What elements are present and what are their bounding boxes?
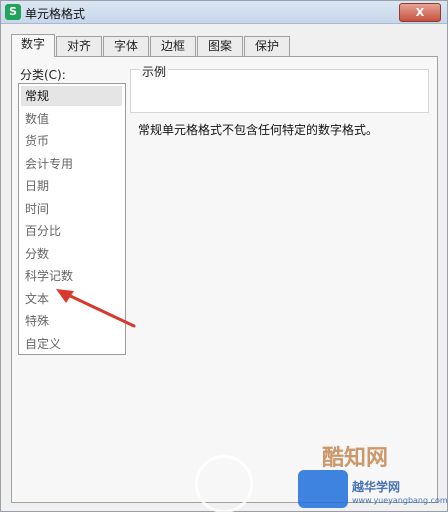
tab-font[interactable]: 字体 (103, 36, 149, 56)
category-item-number[interactable]: 数值 (21, 109, 122, 129)
category-label: 分类(C): (20, 68, 66, 82)
category-item-fraction[interactable]: 分数 (21, 244, 122, 264)
tab-protection[interactable]: 保护 (244, 36, 290, 56)
format-description: 常规单元格格式不包含任何特定的数字格式。 (138, 123, 379, 137)
tab-number[interactable]: 数字 (11, 34, 55, 57)
watermark-logo-icon (195, 455, 253, 513)
red-arrow-annotation (56, 289, 136, 328)
title-bar: S 单元格格式 X (1, 1, 447, 24)
dialog-title: 单元格格式 (25, 7, 86, 21)
tab-pattern[interactable]: 图案 (197, 36, 243, 56)
sample-box (130, 69, 429, 113)
watermark-site-name: 越华学网 (352, 480, 401, 494)
watermark-badge-icon (298, 470, 348, 508)
close-button[interactable]: X (399, 3, 441, 22)
category-item-percentage[interactable]: 百分比 (21, 221, 122, 241)
category-item-time[interactable]: 时间 (21, 199, 122, 219)
category-item-general[interactable]: 常规 (21, 86, 122, 106)
category-item-currency[interactable]: 货币 (21, 131, 122, 151)
watermark-brand: 酷知网 (322, 446, 389, 471)
watermark-site-url: www.yueyangbang.com (352, 496, 448, 505)
category-item-accounting[interactable]: 会计专用 (21, 154, 122, 174)
format-cells-dialog: S 单元格格式 X 数字 对齐 字体 边框 图案 保护 分类(C): 常规 数值… (0, 0, 448, 512)
category-item-date[interactable]: 日期 (21, 176, 122, 196)
wps-app-icon: S (5, 4, 21, 20)
tab-alignment[interactable]: 对齐 (56, 36, 102, 56)
category-item-custom[interactable]: 自定义 (21, 334, 122, 354)
number-tab-panel: 分类(C): 常规 数值 货币 会计专用 日期 时间 百分比 分数 科学记数 文… (11, 56, 438, 503)
sample-label: 示例 (140, 63, 169, 80)
tab-border[interactable]: 边框 (150, 36, 196, 56)
